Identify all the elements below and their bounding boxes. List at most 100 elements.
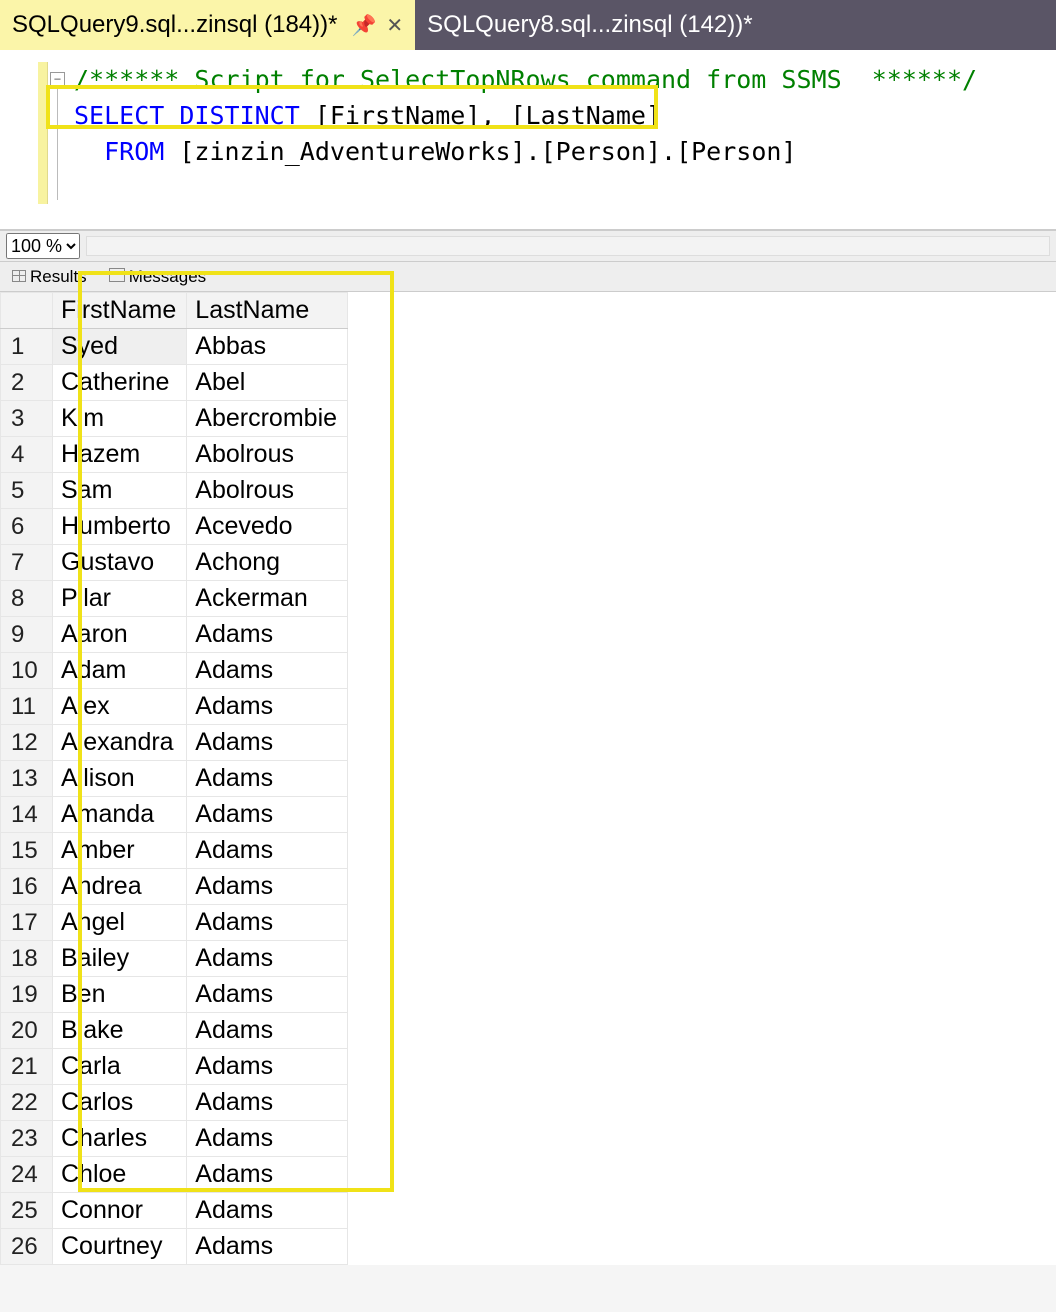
cell[interactable]: Adams (187, 725, 348, 761)
table-row[interactable]: 21CarlaAdams (1, 1049, 348, 1085)
row-number[interactable]: 25 (1, 1193, 53, 1229)
cell[interactable]: Alex (53, 689, 187, 725)
cell[interactable]: Ben (53, 977, 187, 1013)
row-number[interactable]: 23 (1, 1121, 53, 1157)
row-number[interactable]: 10 (1, 653, 53, 689)
row-number[interactable]: 19 (1, 977, 53, 1013)
table-row[interactable]: 10AdamAdams (1, 653, 348, 689)
row-number[interactable]: 20 (1, 1013, 53, 1049)
cell[interactable]: Adams (187, 1085, 348, 1121)
tab-sqlquery9[interactable]: SQLQuery9.sql...zinsql (184))* 📌 ✕ (0, 0, 415, 50)
cell[interactable]: Adams (187, 1121, 348, 1157)
table-row[interactable]: 7GustavoAchong (1, 545, 348, 581)
cell[interactable]: Adams (187, 653, 348, 689)
fold-toggle-icon[interactable]: − (50, 72, 65, 87)
row-number[interactable]: 18 (1, 941, 53, 977)
cell[interactable]: Adams (187, 689, 348, 725)
cell[interactable]: Catherine (53, 365, 187, 401)
col-firstname[interactable]: FirstName (53, 293, 187, 329)
row-number[interactable]: 3 (1, 401, 53, 437)
tab-results[interactable]: Results (6, 265, 93, 289)
row-number[interactable]: 1 (1, 329, 53, 365)
row-number[interactable]: 14 (1, 797, 53, 833)
tab-messages[interactable]: Messages (103, 265, 212, 289)
tab-sqlquery8[interactable]: SQLQuery8.sql...zinsql (142))* (415, 0, 764, 50)
cell[interactable]: Amber (53, 833, 187, 869)
table-row[interactable]: 3KimAbercrombie (1, 401, 348, 437)
cell[interactable]: Adams (187, 1049, 348, 1085)
table-row[interactable]: 15AmberAdams (1, 833, 348, 869)
table-row[interactable]: 17AngelAdams (1, 905, 348, 941)
results-grid[interactable]: FirstName LastName 1SyedAbbas2CatherineA… (0, 292, 1056, 1265)
table-row[interactable]: 9AaronAdams (1, 617, 348, 653)
cell[interactable]: Adams (187, 1229, 348, 1265)
cell[interactable]: Abercrombie (187, 401, 348, 437)
cell[interactable]: Adams (187, 977, 348, 1013)
row-number[interactable]: 13 (1, 761, 53, 797)
cell[interactable]: Adams (187, 1157, 348, 1193)
table-row[interactable]: 22CarlosAdams (1, 1085, 348, 1121)
cell[interactable]: Abel (187, 365, 348, 401)
cell[interactable]: Adams (187, 869, 348, 905)
cell[interactable]: Bailey (53, 941, 187, 977)
cell[interactable]: Adams (187, 905, 348, 941)
cell[interactable]: Alexandra (53, 725, 187, 761)
cell[interactable]: Connor (53, 1193, 187, 1229)
cell[interactable]: Syed (53, 329, 187, 365)
cell[interactable]: Andrea (53, 869, 187, 905)
cell[interactable]: Carlos (53, 1085, 187, 1121)
row-number[interactable]: 16 (1, 869, 53, 905)
cell[interactable]: Abbas (187, 329, 348, 365)
cell[interactable]: Adam (53, 653, 187, 689)
row-number[interactable]: 9 (1, 617, 53, 653)
cell[interactable]: Angel (53, 905, 187, 941)
cell[interactable]: Achong (187, 545, 348, 581)
cell[interactable]: Acevedo (187, 509, 348, 545)
cell[interactable]: Carla (53, 1049, 187, 1085)
cell[interactable]: Aaron (53, 617, 187, 653)
table-row[interactable]: 8PilarAckerman (1, 581, 348, 617)
horizontal-scrollbar[interactable] (86, 236, 1050, 256)
row-number[interactable]: 2 (1, 365, 53, 401)
col-lastname[interactable]: LastName (187, 293, 348, 329)
table-row[interactable]: 20BlakeAdams (1, 1013, 348, 1049)
table-row[interactable]: 16AndreaAdams (1, 869, 348, 905)
table-row[interactable]: 18BaileyAdams (1, 941, 348, 977)
table-row[interactable]: 2CatherineAbel (1, 365, 348, 401)
table-row[interactable]: 6HumbertoAcevedo (1, 509, 348, 545)
row-number[interactable]: 12 (1, 725, 53, 761)
row-number[interactable]: 17 (1, 905, 53, 941)
table-row[interactable]: 4HazemAbolrous (1, 437, 348, 473)
cell[interactable]: Hazem (53, 437, 187, 473)
row-number[interactable]: 4 (1, 437, 53, 473)
table-row[interactable]: 19BenAdams (1, 977, 348, 1013)
cell[interactable]: Adams (187, 1193, 348, 1229)
cell[interactable]: Ackerman (187, 581, 348, 617)
cell[interactable]: Adams (187, 617, 348, 653)
cell[interactable]: Kim (53, 401, 187, 437)
table-row[interactable]: 11AlexAdams (1, 689, 348, 725)
table-row[interactable]: 24ChloeAdams (1, 1157, 348, 1193)
cell[interactable]: Adams (187, 761, 348, 797)
table-row[interactable]: 26CourtneyAdams (1, 1229, 348, 1265)
table-row[interactable]: 12AlexandraAdams (1, 725, 348, 761)
row-number[interactable]: 24 (1, 1157, 53, 1193)
row-number[interactable]: 11 (1, 689, 53, 725)
row-number[interactable]: 6 (1, 509, 53, 545)
row-number[interactable]: 22 (1, 1085, 53, 1121)
cell[interactable]: Gustavo (53, 545, 187, 581)
row-number[interactable]: 15 (1, 833, 53, 869)
cell[interactable]: Adams (187, 797, 348, 833)
sql-editor[interactable]: − /****** Script for SelectTopNRows comm… (0, 50, 1056, 230)
cell[interactable]: Sam (53, 473, 187, 509)
table-row[interactable]: 25ConnorAdams (1, 1193, 348, 1229)
table-row[interactable]: 13AllisonAdams (1, 761, 348, 797)
pin-icon[interactable]: 📌 (351, 13, 376, 38)
cell[interactable]: Amanda (53, 797, 187, 833)
cell[interactable]: Adams (187, 833, 348, 869)
cell[interactable]: Humberto (53, 509, 187, 545)
zoom-select[interactable]: 100 % (6, 233, 80, 259)
cell[interactable]: Courtney (53, 1229, 187, 1265)
row-number[interactable]: 5 (1, 473, 53, 509)
cell[interactable]: Adams (187, 941, 348, 977)
